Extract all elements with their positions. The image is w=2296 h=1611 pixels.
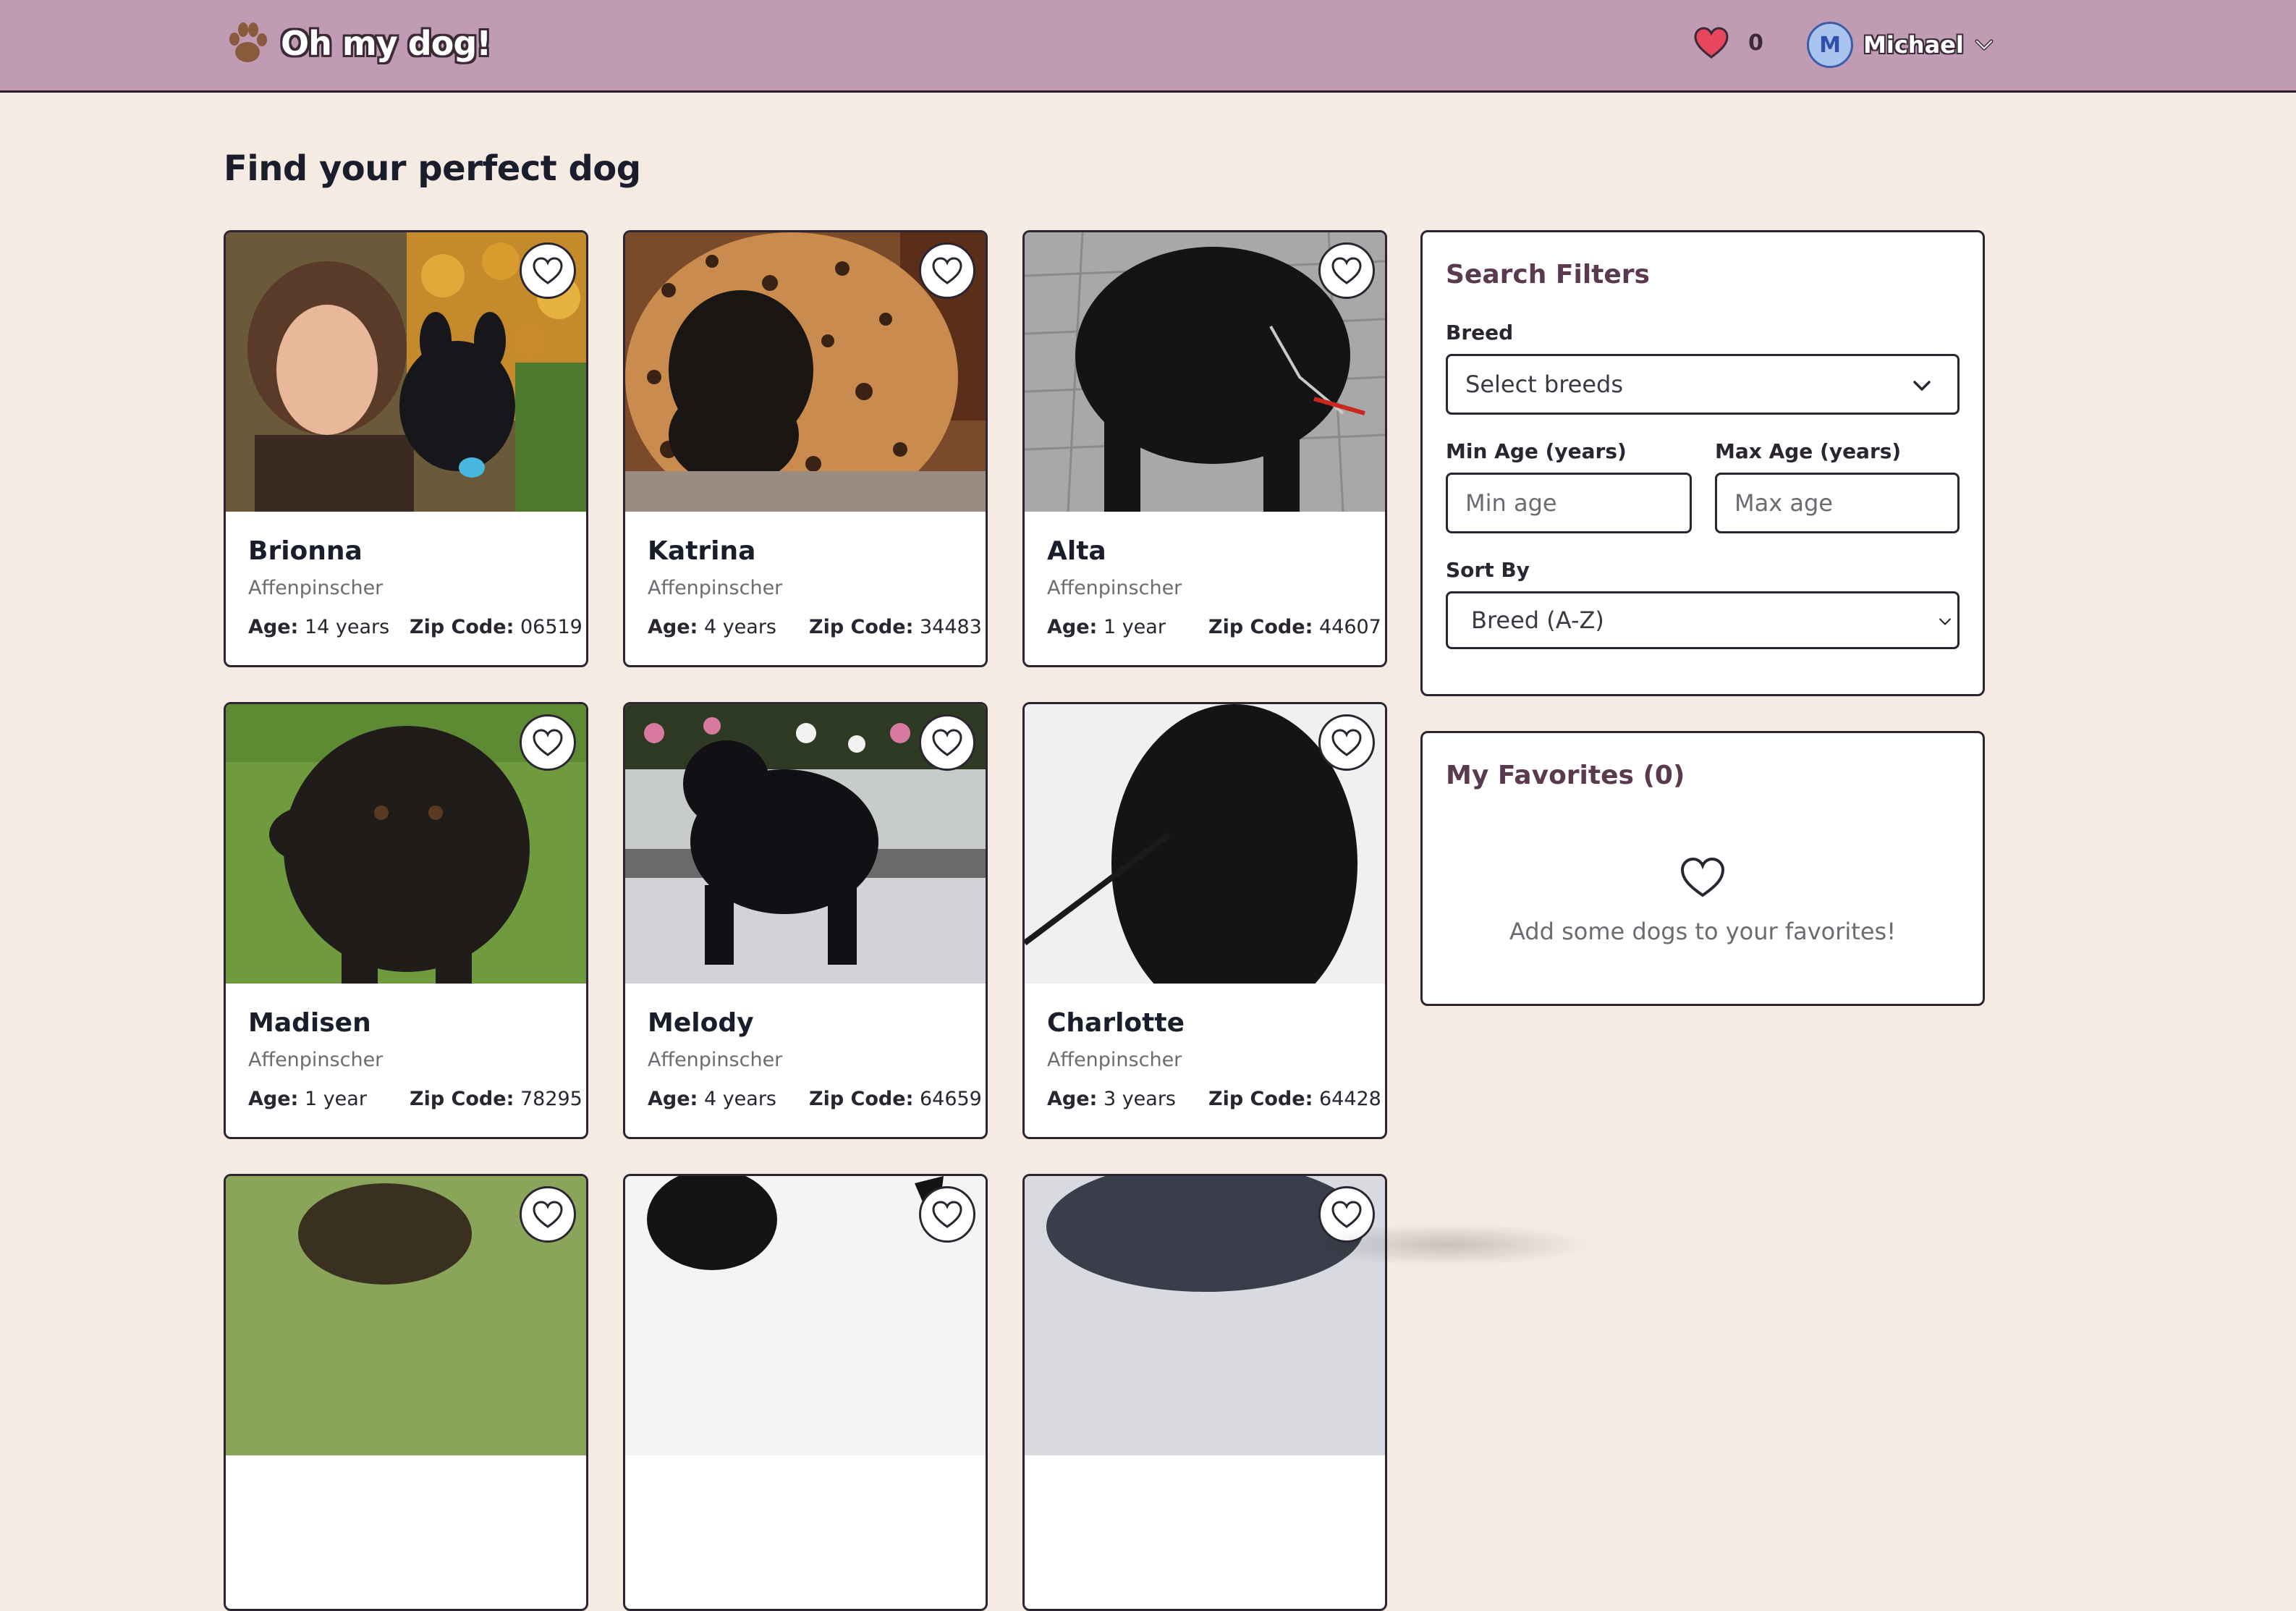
favorites-title: My Favorites (0) [1446, 761, 1685, 790]
favorites-count: 0 [1748, 30, 1763, 56]
heart-outline-icon [1331, 729, 1362, 756]
dog-zip: Zip Code: 44607 [1208, 616, 1381, 638]
dog-breed: Affenpinscher [1047, 577, 1182, 599]
min-age-placeholder: Min age [1465, 489, 1557, 517]
dog-name: Madisen [248, 1008, 371, 1038]
dog-zip: Zip Code: 34483 [809, 616, 982, 638]
dog-zip: Zip Code: 06519 [410, 616, 583, 638]
sort-label: Sort By [1446, 558, 1530, 582]
dog-name: Alta [1047, 536, 1106, 566]
sort-select-value: Breed (A-Z) [1471, 606, 1604, 634]
favorites-empty-text: Add some dogs to your favorites! [1509, 918, 1897, 945]
favorite-button[interactable] [919, 1186, 975, 1243]
scroll-shadow [1302, 1223, 1592, 1267]
min-age-label: Min Age (years) [1446, 439, 1627, 463]
dog-card[interactable]: Alta Affenpinscher Age: 1 year Zip Code:… [1022, 230, 1387, 667]
heart-filled-icon [1694, 27, 1729, 59]
dog-card[interactable]: Madisen Affenpinscher Age: 1 year Zip Co… [224, 702, 588, 1139]
dog-age: Age: 4 years [648, 1088, 777, 1110]
page-title: Find your perfect dog [224, 148, 641, 189]
dog-breed: Affenpinscher [248, 1049, 384, 1071]
heart-outline-icon [932, 729, 962, 756]
dog-card[interactable] [623, 1174, 988, 1611]
dog-card[interactable]: Charlotte Affenpinscher Age: 3 years Zip… [1022, 702, 1387, 1139]
heart-outline-icon [533, 257, 563, 284]
dog-age: Age: 1 year [1047, 616, 1166, 638]
favorites-indicator[interactable]: 0 [1693, 26, 1763, 59]
dog-age: Age: 4 years [648, 616, 777, 638]
favorite-button[interactable] [1318, 714, 1375, 771]
breed-select-value: Select breeds [1465, 371, 1624, 398]
avatar: M [1807, 22, 1853, 68]
favorite-button[interactable] [520, 714, 576, 771]
dog-breed: Affenpinscher [1047, 1049, 1182, 1071]
heart-outline-icon [533, 1201, 563, 1228]
dog-card[interactable]: Brionna Affenpinscher Age: 14 years Zip … [224, 230, 588, 667]
dog-card[interactable]: Katrina Affenpinscher Age: 4 years Zip C… [623, 230, 988, 667]
dog-card[interactable] [224, 1174, 588, 1611]
dog-zip: Zip Code: 64428 [1208, 1088, 1381, 1110]
heart-outline-icon [1331, 257, 1362, 284]
min-age-input[interactable]: Min age [1446, 473, 1692, 533]
app-header: Oh my dog! 0 M Michael [0, 0, 2296, 93]
brand-logo[interactable]: Oh my dog! [226, 20, 491, 67]
chevron-down-icon [1913, 381, 1931, 391]
heart-outline-icon [932, 257, 962, 284]
dog-breed: Affenpinscher [248, 577, 384, 599]
user-menu[interactable]: M Michael [1807, 22, 1994, 68]
sort-select[interactable]: Breed (A-Z) [1446, 591, 1960, 649]
dog-zip: Zip Code: 64659 [809, 1088, 982, 1110]
dog-name: Charlotte [1047, 1008, 1185, 1038]
filters-title: Search Filters [1446, 260, 1650, 289]
favorite-button[interactable] [520, 242, 576, 299]
favorites-panel: My Favorites (0) Add some dogs to your f… [1420, 731, 1985, 1006]
dog-card[interactable]: Melody Affenpinscher Age: 4 years Zip Co… [623, 702, 988, 1139]
breed-label: Breed [1446, 321, 1514, 344]
search-filters-panel: Search Filters Breed Select breeds Min A… [1420, 230, 1985, 696]
chevron-down-icon [1975, 39, 1994, 51]
chevron-down-icon [1939, 618, 1951, 625]
max-age-input[interactable]: Max age [1715, 473, 1960, 533]
favorite-button[interactable] [520, 1186, 576, 1243]
dog-name: Brionna [248, 536, 363, 566]
favorite-button[interactable] [919, 714, 975, 771]
dog-breed: Affenpinscher [648, 577, 783, 599]
dog-breed: Affenpinscher [648, 1049, 783, 1071]
max-age-placeholder: Max age [1734, 489, 1833, 517]
paw-icon [229, 22, 267, 62]
heart-outline-icon [533, 729, 563, 756]
user-name: Michael [1863, 31, 1964, 59]
heart-outline-icon [932, 1201, 962, 1228]
dog-name: Melody [648, 1008, 754, 1038]
heart-outline-icon [1680, 857, 1725, 897]
dog-age: Age: 1 year [248, 1088, 367, 1110]
dog-grid: Brionna Affenpinscher Age: 14 years Zip … [224, 230, 1387, 1611]
brand-name: Oh my dog! [281, 24, 491, 63]
dog-age: Age: 3 years [1047, 1088, 1177, 1110]
favorite-button[interactable] [919, 242, 975, 299]
max-age-label: Max Age (years) [1715, 439, 1902, 463]
favorite-button[interactable] [1318, 242, 1375, 299]
dog-age: Age: 14 years [248, 616, 390, 638]
dog-name: Katrina [648, 536, 756, 566]
dog-zip: Zip Code: 78295 [410, 1088, 583, 1110]
breed-select[interactable]: Select breeds [1446, 354, 1960, 415]
